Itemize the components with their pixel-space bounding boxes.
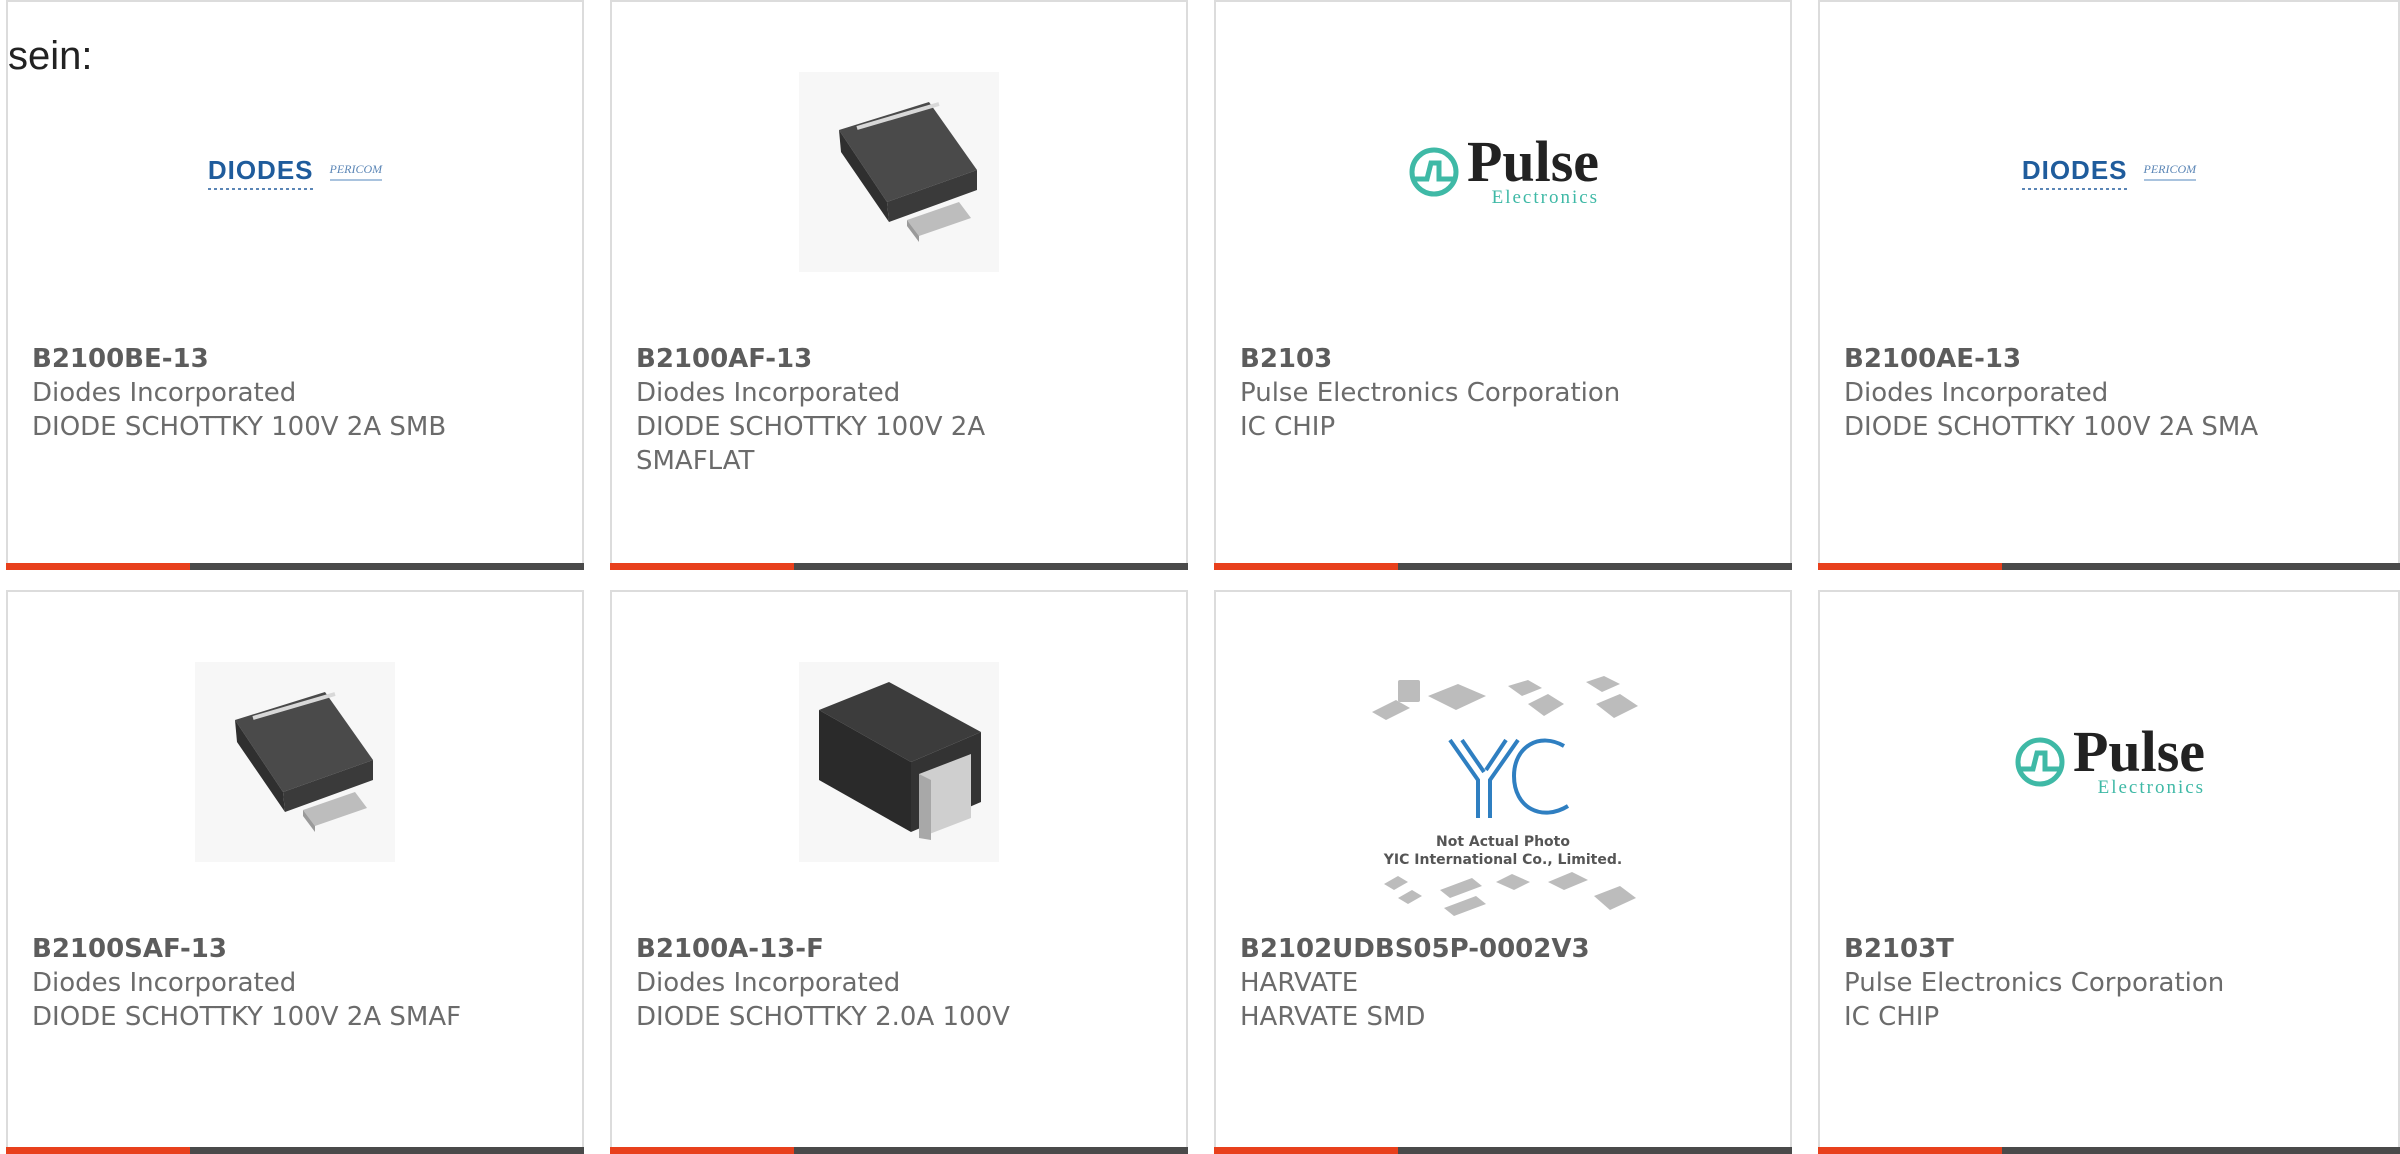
product-card[interactable]: B2100A-13-F Diodes Incorporated DIODE SC… xyxy=(610,590,1188,1154)
manufacturer-name: Diodes Incorporated xyxy=(636,968,901,998)
product-card[interactable]: DIODES PERICOM B2100BE-13 Diodes Incorpo… xyxy=(6,0,584,570)
product-image[interactable]: Pulse Electronics xyxy=(1216,68,1790,276)
product-image[interactable]: Pulse Electronics xyxy=(1820,658,2398,866)
yic-caption-line-2: YIC International Co., Limited. xyxy=(1383,852,1622,868)
card-progress-bar xyxy=(1818,563,2400,570)
manufacturer-name: Pulse Electronics Corporation xyxy=(1240,378,1621,408)
product-card[interactable]: Not Actual Photo YIC International Co., … xyxy=(1214,590,1792,1154)
smb-diode-package-photo xyxy=(799,662,999,862)
diodes-pericom-logo: DIODES PERICOM xyxy=(207,155,383,190)
product-description: IC CHIP xyxy=(1240,412,1336,442)
product-card[interactable]: B2100SAF-13 Diodes Incorporated DIODE SC… xyxy=(6,590,584,1154)
pulse-wave-icon xyxy=(1409,147,1459,197)
product-description: IC CHIP xyxy=(1844,1002,1940,1032)
pulse-electronics-logo: Pulse Electronics xyxy=(1407,133,1599,208)
product-image[interactable]: DIODES PERICOM xyxy=(8,68,582,276)
product-description: DIODE SCHOTTKY 100V 2A SMAFLAT xyxy=(636,412,986,476)
product-image[interactable] xyxy=(612,68,1186,276)
product-description: DIODE SCHOTTKY 2.0A 100V xyxy=(636,1002,1010,1032)
manufacturer-name: Diodes Incorporated xyxy=(32,378,297,408)
part-number-link[interactable]: B2102UDBS05P-0002V3 xyxy=(1240,932,1766,966)
part-number-link[interactable]: B2103 xyxy=(1240,342,1766,376)
card-progress-bar xyxy=(1214,563,1792,570)
pulse-electronics-logo: Pulse Electronics xyxy=(2013,723,2205,798)
product-card[interactable]: DIODES PERICOM B2100AE-13 Diodes Incorpo… xyxy=(1818,0,2400,570)
product-image[interactable] xyxy=(8,658,582,866)
product-description: HARVATE SMD xyxy=(1240,1002,1426,1032)
product-description: DIODE SCHOTTKY 100V 2A SMA xyxy=(1844,412,2259,442)
card-progress-bar xyxy=(6,1147,584,1154)
manufacturer-name: Pulse Electronics Corporation xyxy=(1844,968,2225,998)
intro-text: sein: xyxy=(8,34,93,78)
product-image[interactable]: DIODES PERICOM xyxy=(1820,68,2398,276)
part-number-link[interactable]: B2100BE-13 xyxy=(32,342,558,376)
smd-diode-package-photo xyxy=(195,662,395,862)
product-description: DIODE SCHOTTKY 100V 2A SMB xyxy=(32,412,447,442)
part-number-link[interactable]: B2100A-13-F xyxy=(636,932,1162,966)
manufacturer-name: Diodes Incorporated xyxy=(636,378,901,408)
card-progress-bar xyxy=(1214,1147,1792,1154)
product-description: DIODE SCHOTTKY 100V 2A SMAF xyxy=(32,1002,462,1032)
card-progress-bar xyxy=(610,563,1188,570)
product-image[interactable]: Not Actual Photo YIC International Co., … xyxy=(1216,676,1790,926)
part-number-link[interactable]: B2100AE-13 xyxy=(1844,342,2374,376)
manufacturer-name: HARVATE xyxy=(1240,968,1359,998)
card-progress-bar xyxy=(610,1147,1188,1154)
part-number-link[interactable]: B2103T xyxy=(1844,932,2374,966)
part-number-link[interactable]: B2100SAF-13 xyxy=(32,932,558,966)
yic-caption-line-1: Not Actual Photo xyxy=(1436,834,1570,850)
product-card[interactable]: Pulse Electronics B2103 Pulse Electronic… xyxy=(1214,0,1792,570)
card-progress-bar xyxy=(1818,1147,2400,1154)
manufacturer-name: Diodes Incorporated xyxy=(32,968,297,998)
card-progress-bar xyxy=(6,563,584,570)
product-card[interactable]: B2100AF-13 Diodes Incorporated DIODE SCH… xyxy=(610,0,1188,570)
part-number-link[interactable]: B2100AF-13 xyxy=(636,342,1162,376)
pulse-wave-icon xyxy=(2015,737,2065,787)
manufacturer-name: Diodes Incorporated xyxy=(1844,378,2109,408)
smd-diode-package-photo xyxy=(799,72,999,272)
product-image[interactable] xyxy=(612,658,1186,866)
yic-placeholder: Not Actual Photo YIC International Co., … xyxy=(1372,676,1638,916)
product-card[interactable]: Pulse Electronics B2103T Pulse Electroni… xyxy=(1818,590,2400,1154)
product-grid: DIODES PERICOM B2100BE-13 Diodes Incorpo… xyxy=(0,0,2400,1154)
diodes-pericom-logo: DIODES PERICOM xyxy=(2021,155,2197,190)
